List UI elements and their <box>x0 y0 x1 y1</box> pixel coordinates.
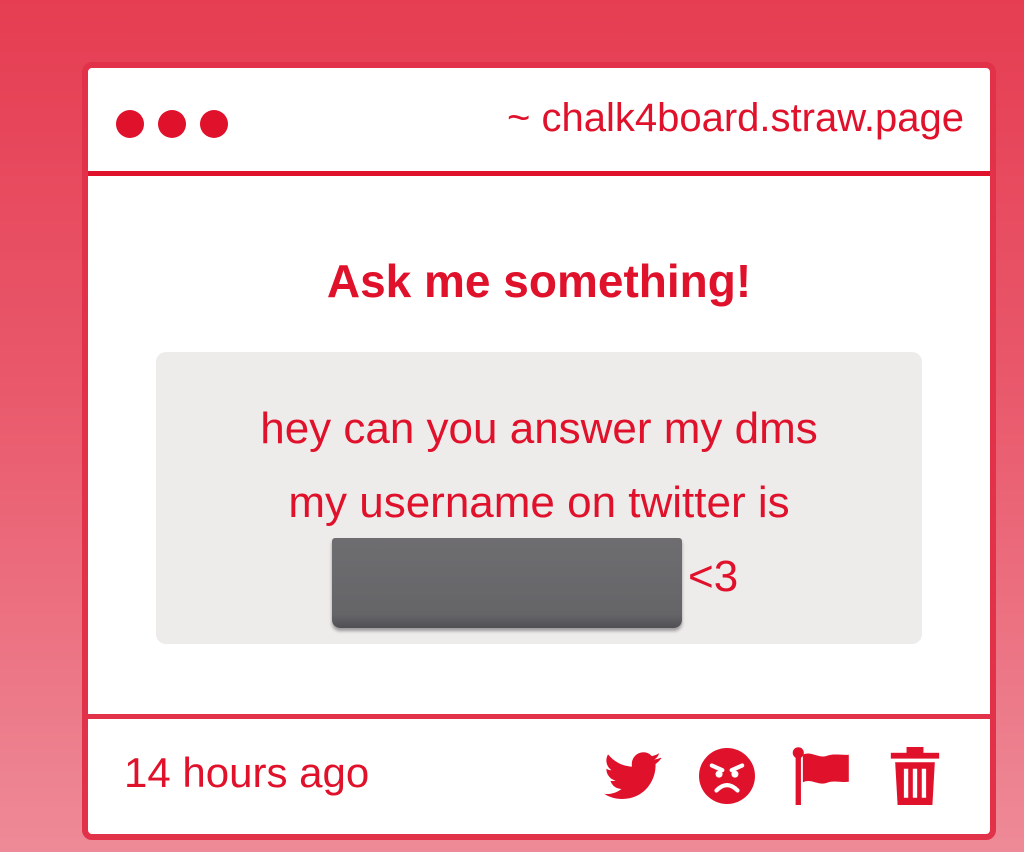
block-button[interactable] <box>698 747 756 805</box>
angry-face-icon <box>699 748 755 804</box>
action-bar <box>604 747 944 805</box>
delete-button[interactable] <box>886 747 944 805</box>
question-box: hey can you answer my dms my username on… <box>156 352 922 644</box>
report-button[interactable] <box>792 747 850 805</box>
flag-icon <box>792 747 849 805</box>
window-dot <box>116 110 144 138</box>
page-url: ~ chalk4board.straw.page <box>507 96 964 140</box>
question-line-1: hey can you answer my dms <box>260 404 818 453</box>
twitter-icon <box>604 752 662 800</box>
page-title: Ask me something! <box>326 255 752 307</box>
window-dot <box>158 110 186 138</box>
redaction-block <box>332 538 682 628</box>
question-suffix: <3 <box>688 552 739 601</box>
card-footer: 14 hours ago <box>88 714 990 834</box>
share-twitter-button[interactable] <box>604 747 662 805</box>
window-controls <box>116 110 228 138</box>
question-line-2: my username on twitter is <box>288 478 790 527</box>
window-dot <box>200 110 228 138</box>
question-card: ~ chalk4board.straw.page Ask me somethin… <box>82 62 996 840</box>
trash-icon <box>890 747 940 805</box>
question-line-3: <3 <box>332 538 738 628</box>
timestamp: 14 hours ago <box>124 749 370 796</box>
window-titlebar: ~ chalk4board.straw.page <box>88 68 990 176</box>
